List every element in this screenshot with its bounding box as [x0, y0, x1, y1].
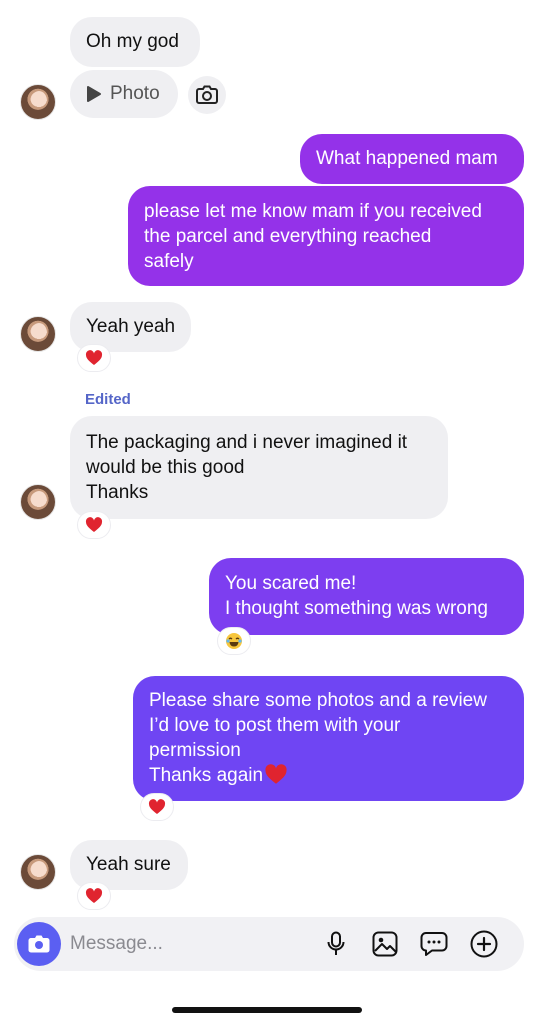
message-text-line: Please share some photos and a review	[149, 690, 487, 711]
contact-avatar[interactable]	[20, 854, 56, 890]
camera-icon	[28, 935, 50, 953]
photo-label: Photo	[110, 83, 160, 104]
laughing-emoji-reaction[interactable]	[217, 627, 251, 655]
composer-camera-button[interactable]	[17, 922, 61, 966]
heart-icon	[85, 517, 103, 532]
sticker-button[interactable]	[419, 929, 449, 959]
heart-reaction[interactable]	[77, 511, 111, 539]
message-text-line: would be this good	[86, 457, 245, 478]
incoming-message-bubble[interactable]: The packaging and i never imagined it wo…	[70, 416, 448, 519]
message-text: What happened mam	[316, 148, 498, 169]
heart-reaction[interactable]	[140, 793, 174, 821]
message-text: Oh my god	[86, 31, 179, 52]
message-text: Yeah sure	[86, 854, 171, 875]
outgoing-message-bubble[interactable]: please let me know mam if you received t…	[128, 186, 524, 286]
play-icon	[87, 86, 101, 102]
message-text: Thanks again	[149, 765, 264, 786]
gallery-button[interactable]	[370, 929, 400, 959]
home-indicator	[172, 1007, 362, 1013]
message-composer	[14, 917, 524, 971]
gallery-icon	[372, 931, 398, 957]
outgoing-message-bubble[interactable]: Please share some photos and a review I’…	[133, 676, 524, 801]
contact-avatar[interactable]	[20, 316, 56, 352]
message-text-line: please let me know mam if you received	[144, 201, 482, 222]
photo-message-bubble[interactable]: Photo	[70, 70, 178, 118]
message-text-line: I’d love to post them with your	[149, 715, 401, 736]
message-input[interactable]	[70, 931, 310, 957]
outgoing-message-bubble[interactable]: You scared me! I thought something was w…	[209, 558, 524, 635]
message-text-line: Thanks again	[149, 763, 508, 788]
microphone-icon	[327, 931, 345, 955]
heart-icon	[85, 888, 103, 903]
heart-emoji-icon	[265, 764, 287, 784]
message-text-line: You scared me!	[225, 573, 357, 594]
message-text-line: Thanks	[86, 482, 149, 503]
microphone-button[interactable]	[321, 929, 351, 959]
add-button[interactable]	[469, 929, 499, 959]
camera-button[interactable]	[188, 76, 226, 114]
plus-circle-icon	[470, 930, 498, 958]
message-text: Yeah yeah	[86, 316, 176, 337]
heart-icon	[85, 350, 103, 365]
heart-icon	[148, 799, 166, 814]
contact-avatar[interactable]	[20, 84, 56, 120]
message-text-line: safely	[144, 251, 194, 272]
laughing-emoji-icon	[226, 633, 242, 649]
message-text-line: I thought something was wrong	[225, 598, 488, 619]
message-text-line: permission	[149, 740, 241, 761]
camera-icon	[196, 85, 218, 104]
message-text-line: The packaging and i never imagined it	[86, 432, 408, 453]
heart-reaction[interactable]	[77, 344, 111, 372]
sticker-chat-icon	[420, 932, 448, 956]
incoming-message-bubble[interactable]: Oh my god	[70, 17, 200, 67]
heart-reaction[interactable]	[77, 882, 111, 910]
contact-avatar[interactable]	[20, 484, 56, 520]
message-text-line: the parcel and everything reached	[144, 226, 432, 247]
edited-label: Edited	[85, 391, 131, 408]
outgoing-message-bubble[interactable]: What happened mam	[300, 134, 524, 184]
